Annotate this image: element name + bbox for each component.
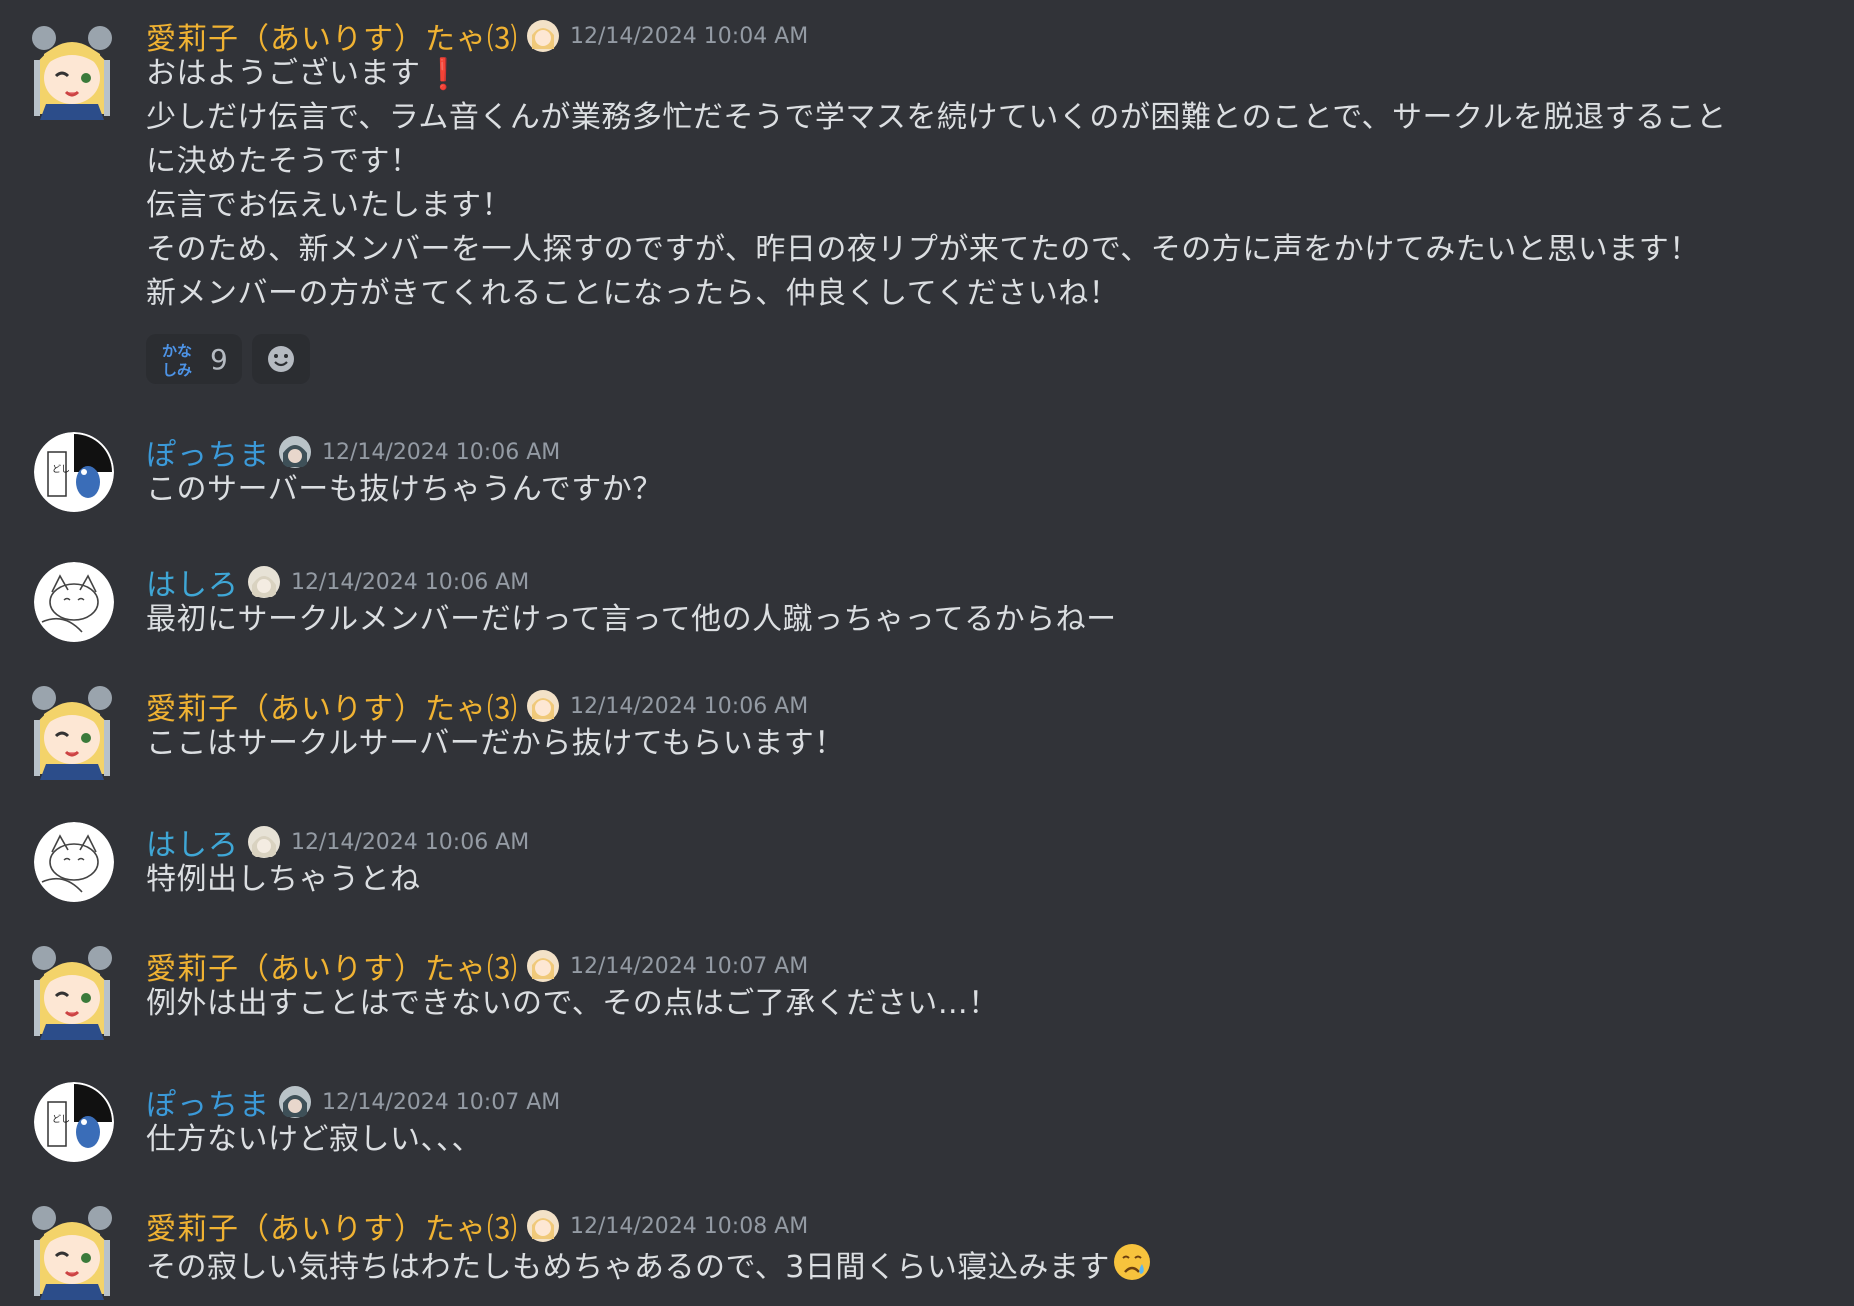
hashiro-avatar-icon <box>34 822 114 902</box>
message-content: その寂しい気持ちはわたしもめちゃあるので、3日間くらい寝込みます <box>146 1242 1152 1286</box>
alice-avatar-icon <box>32 26 112 120</box>
message-timestamp[interactable]: 12/14/2024 10:04 AM <box>570 24 808 49</box>
user-avatar[interactable] <box>34 562 114 642</box>
user-avatar[interactable] <box>24 24 120 120</box>
kanashimi-emoji-icon: かな しみ <box>160 339 200 379</box>
message-line: 少しだけ伝言で、ラム音くんが業務多忙だそうで学マスを続けていくのが困難とのことで… <box>146 100 1727 135</box>
svg-text:どし: どし <box>52 464 70 475</box>
add-reaction-button[interactable] <box>251 334 310 384</box>
role-badge-icon <box>278 1085 312 1119</box>
message-line: おはようございます ❗ <box>146 52 1727 96</box>
message-line: そのため、新メンバーを一人探すのですが、昨日の夜リプが来てたので、その方に声をか… <box>146 232 1700 267</box>
reaction-chip[interactable]: かな しみ 9 <box>146 334 242 384</box>
message-timestamp[interactable]: 12/14/2024 10:07 AM <box>322 1090 560 1115</box>
message-timestamp[interactable]: 12/14/2024 10:06 AM <box>291 570 529 595</box>
message-line: 特例出しちゃうとね <box>146 862 421 897</box>
user-avatar[interactable] <box>34 822 114 902</box>
role-badge-icon <box>278 435 312 469</box>
role-badge-icon <box>526 19 560 53</box>
crying-face-icon <box>1112 1242 1152 1295</box>
message-line: に決めたそうです！ <box>146 144 421 179</box>
role-badge-icon <box>526 689 560 723</box>
user-avatar[interactable]: どし <box>34 1082 114 1162</box>
alice-avatar-icon <box>32 946 112 1040</box>
message-timestamp[interactable]: 12/14/2024 10:07 AM <box>570 954 808 979</box>
hashiro-avatar-icon <box>34 562 114 642</box>
user-avatar[interactable] <box>24 684 120 780</box>
svg-text:どし: どし <box>52 1114 70 1125</box>
message-content: おはようございます ❗ 少しだけ伝言で、ラム音くんが業務多忙だそうで学マスを続けて… <box>146 52 1727 316</box>
role-badge-icon <box>526 1209 560 1243</box>
message-timestamp[interactable]: 12/14/2024 10:06 AM <box>322 440 560 465</box>
role-badge-icon <box>247 825 281 859</box>
message-line: 例外は出すことはできないので、その点はご了承ください…！ <box>146 986 999 1021</box>
message-content: このサーバーも抜けちゃうんですか？ <box>146 468 663 512</box>
message-content: ここはサークルサーバーだから抜けてもらいます！ <box>146 722 845 766</box>
reaction-bar: かな しみ 9 <box>146 334 310 384</box>
role-badge-icon <box>247 565 281 599</box>
message-timestamp[interactable]: 12/14/2024 10:06 AM <box>570 694 808 719</box>
message-content: 最初にサークルメンバーだけって言って他の人蹴っちゃってるからねー <box>146 598 1117 642</box>
message-line: 伝言でお伝えいたします！ <box>146 188 512 223</box>
smiley-icon <box>267 346 294 372</box>
svg-text:かな: かな <box>162 342 192 360</box>
alice-avatar-icon <box>32 1206 112 1300</box>
user-avatar[interactable] <box>24 944 120 1040</box>
exclamation-icon: ❗ <box>424 56 463 92</box>
reaction-count: 9 <box>210 342 228 376</box>
chat-message-list: 愛莉子（あいりす）たゃ⑶ 12/14/2024 10:04 AM おはようござい… <box>0 0 1854 1306</box>
message-line: このサーバーも抜けちゃうんですか？ <box>146 472 663 507</box>
user-avatar[interactable]: どし <box>34 432 114 512</box>
message-timestamp[interactable]: 12/14/2024 10:08 AM <box>570 1214 808 1239</box>
pocchima-avatar-icon: どし <box>34 432 114 512</box>
message-content: 例外は出すことはできないので、その点はご了承ください…！ <box>146 982 999 1026</box>
alice-avatar-icon <box>32 686 112 780</box>
message-content: 仕方ないけど寂しい、、、 <box>146 1118 482 1162</box>
message-line: その寂しい気持ちはわたしもめちゃあるので、3日間くらい寝込みます <box>146 1242 1152 1286</box>
pocchima-avatar-icon: どし <box>34 1082 114 1162</box>
message-line: 最初にサークルメンバーだけって言って他の人蹴っちゃってるからねー <box>146 602 1117 637</box>
role-badge-icon <box>526 949 560 983</box>
message-timestamp[interactable]: 12/14/2024 10:06 AM <box>291 830 529 855</box>
user-avatar[interactable] <box>24 1204 120 1300</box>
svg-text:しみ: しみ <box>162 361 192 379</box>
message-line: ここはサークルサーバーだから抜けてもらいます！ <box>146 726 845 761</box>
message-line: 仕方ないけど寂しい、、、 <box>146 1122 482 1157</box>
message-content: 特例出しちゃうとね <box>146 858 421 902</box>
message-line: 新メンバーの方がきてくれることになったら、仲良くしてくださいね！ <box>146 276 1120 311</box>
